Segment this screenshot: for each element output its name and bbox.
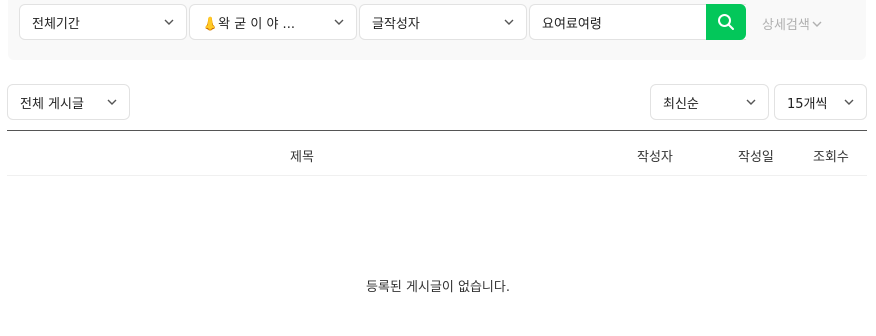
- post-type-label: 전체 게시글: [20, 96, 84, 112]
- period-select-label: 전체기간: [32, 16, 80, 32]
- chevron-down-icon: [746, 99, 756, 105]
- column-views: 조회수: [813, 150, 849, 165]
- column-date: 작성일: [738, 150, 774, 165]
- detail-search-link[interactable]: 상세검색: [762, 14, 822, 33]
- search-icon: [718, 14, 734, 30]
- post-type-select[interactable]: 전체 게시글: [7, 84, 130, 120]
- chevron-down-icon: [107, 99, 117, 105]
- column-title: 제목: [290, 150, 314, 165]
- board-select-label: 👃왁 굳 이 야 ...: [202, 16, 295, 32]
- chevron-down-icon: [812, 21, 822, 27]
- table-header: 제목 작성자 작성일 조회수: [7, 130, 867, 176]
- period-select[interactable]: 전체기간: [19, 4, 187, 40]
- board-select[interactable]: 👃왁 굳 이 야 ...: [189, 4, 357, 40]
- sort-label: 최신순: [663, 96, 699, 112]
- search-field-label: 글작성자: [372, 16, 420, 32]
- per-page-select[interactable]: 15개씩: [774, 84, 867, 120]
- chevron-down-icon: [504, 19, 514, 25]
- sort-select[interactable]: 최신순: [650, 84, 769, 120]
- column-author: 작성자: [637, 150, 673, 165]
- chevron-down-icon: [334, 19, 344, 25]
- empty-list-message: 등록된 게시글이 없습니다.: [366, 280, 510, 295]
- detail-search-label: 상세검색: [762, 18, 810, 33]
- per-page-label: 15개씩: [787, 96, 828, 112]
- chevron-down-icon: [164, 19, 174, 25]
- chevron-down-icon: [844, 99, 854, 105]
- search-button[interactable]: [706, 4, 746, 40]
- search-field-select[interactable]: 글작성자: [359, 4, 527, 40]
